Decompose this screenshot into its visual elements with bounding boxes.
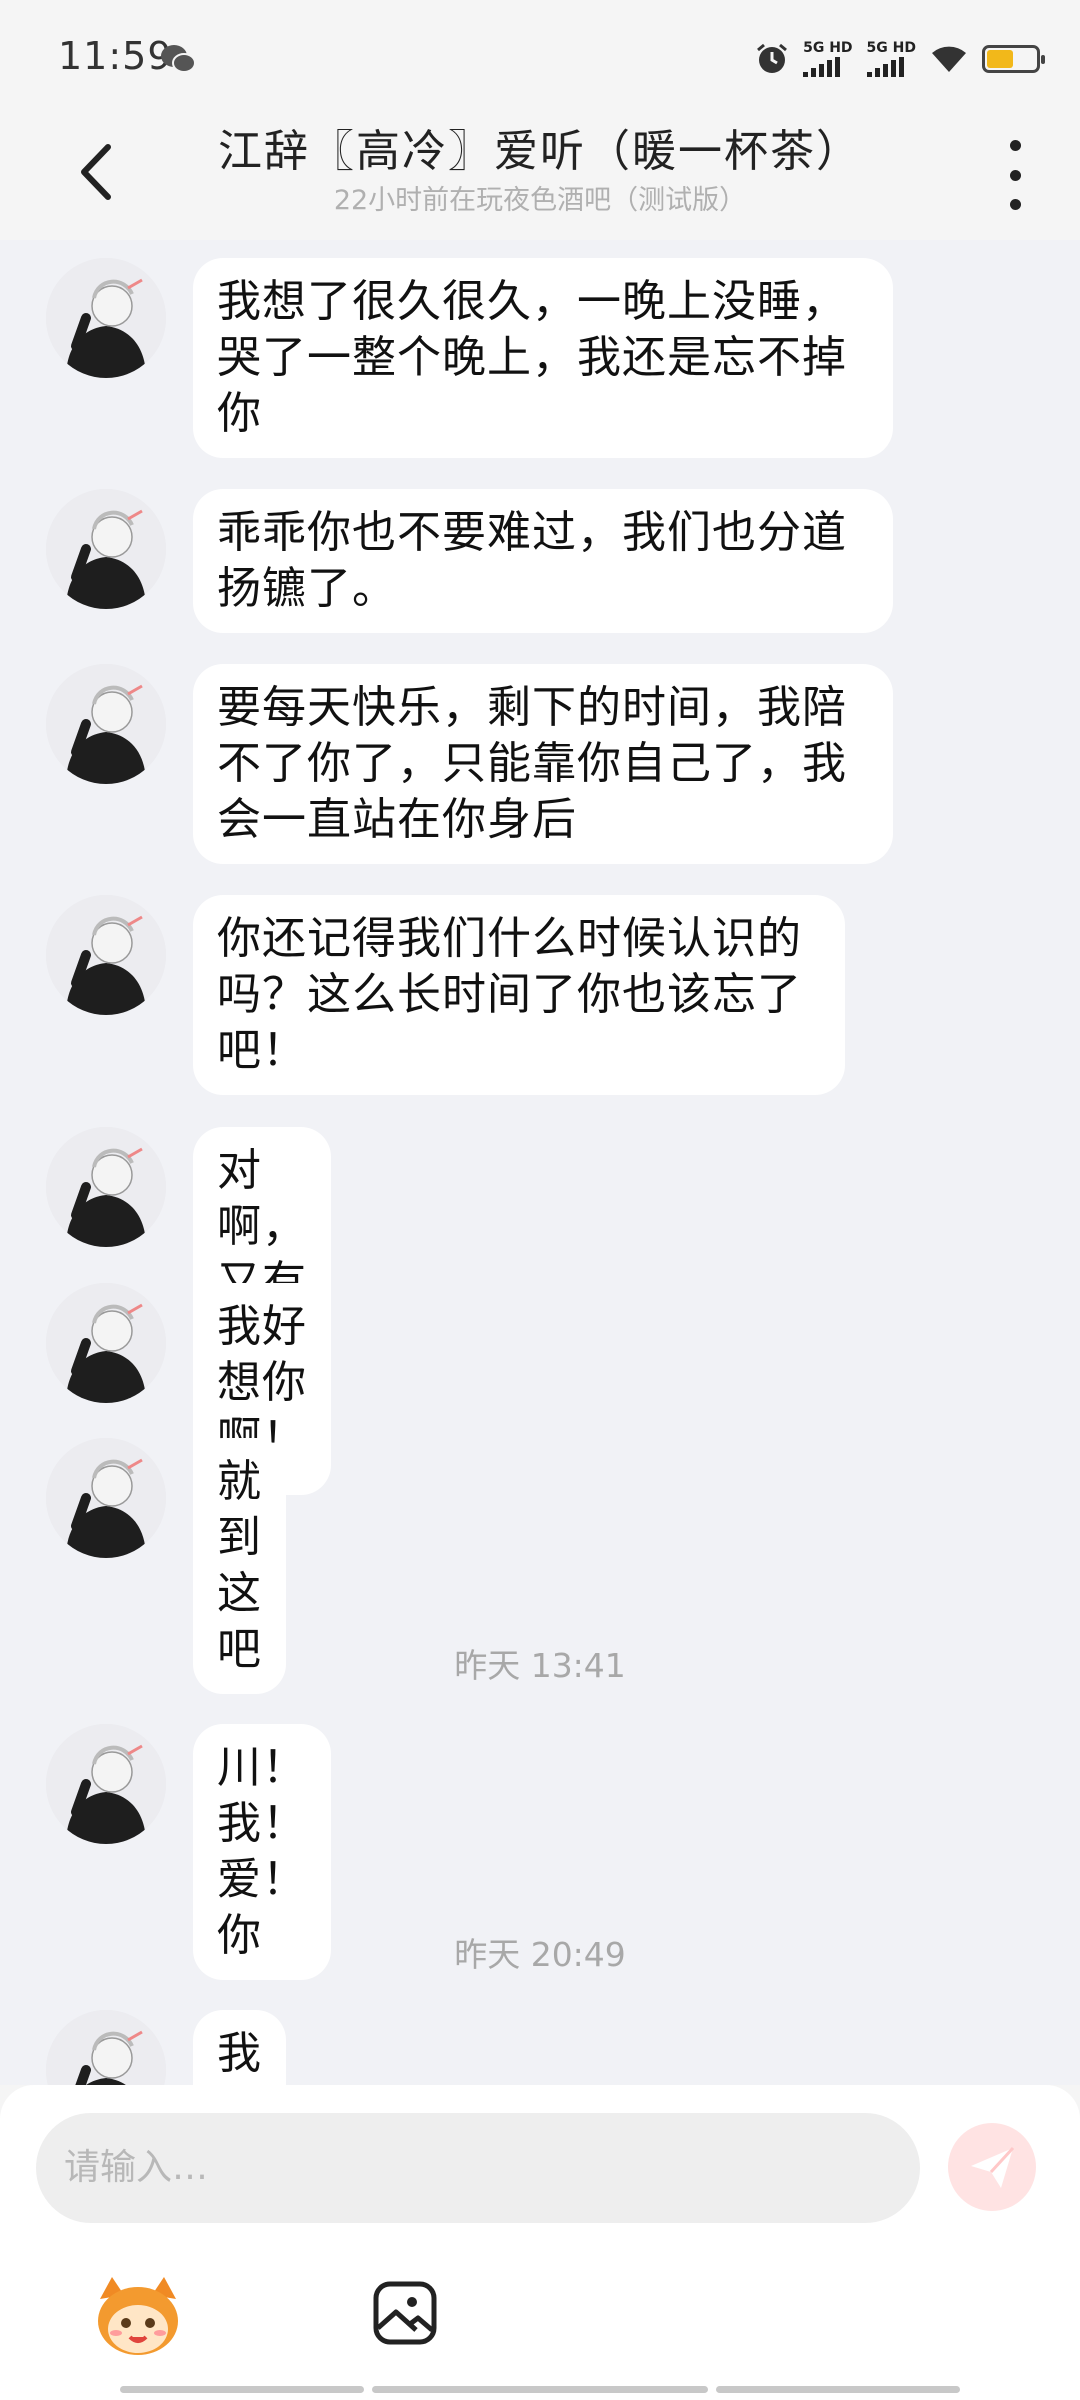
status-icons: 5G HD 5G HD (755, 34, 1045, 84)
message-bubble: 你还记得我们什么时候认识的吗？这么长时间了你也该忘了吧！ (193, 895, 845, 1095)
chat-title: 江辞〖高冷〗爱听（暖一杯茶） (218, 126, 862, 177)
wechat-icon (161, 45, 196, 73)
status-bar: 11:59 5G HD 5G HD (0, 0, 1080, 115)
message-bubble: 要每天快乐，剩下的时间，我陪不了你了，只能靠你自己了，我会一直站在你身后 (193, 664, 893, 864)
gesture-bar-center (372, 2386, 708, 2393)
chat-header: 江辞〖高冷〗爱听（暖一杯茶） 22小时前在玩夜色酒吧（测试版） (0, 115, 1080, 240)
status-time: 11:59 (58, 34, 173, 78)
send-icon (971, 2146, 1015, 2188)
message-input[interactable]: 请输入… (36, 2113, 920, 2223)
alarm-icon (757, 43, 788, 73)
chat-subtitle: 22小时前在玩夜色酒吧（测试版） (333, 185, 747, 216)
signal-icon-2: 5G HD (866, 41, 916, 77)
message-bubble: 我不会忘记你的 (193, 2010, 286, 2085)
avatar[interactable] (46, 1127, 166, 1247)
avatar[interactable] (46, 1438, 166, 1558)
avatar[interactable] (46, 258, 166, 378)
wifi-icon (932, 46, 966, 72)
timestamp: 昨天 13:41 (454, 1646, 626, 1685)
timestamp: 昨天 20:49 (454, 1935, 626, 1974)
signal-icon: 5G HD (803, 41, 853, 77)
avatar[interactable] (46, 1283, 166, 1403)
battery-icon (982, 45, 1045, 73)
message-bubble: 我想了很久很久，一晚上没睡，哭了一整个晚上，我还是忘不掉你 (193, 258, 893, 458)
image-icon[interactable] (372, 2280, 438, 2346)
battery-level (987, 50, 1014, 68)
gesture-bar-left (120, 2386, 364, 2393)
avatar[interactable] (46, 664, 166, 784)
emoji-mascot-icon[interactable] (90, 2269, 186, 2365)
avatar[interactable] (46, 489, 166, 609)
input-panel: 请输入… (0, 2085, 1080, 2400)
more-options-icon[interactable] (1000, 140, 1030, 210)
avatar[interactable] (46, 895, 166, 1015)
gesture-bar-right (716, 2386, 960, 2393)
message-bubble: 乖乖你也不要难过，我们也分道扬镳了。 (193, 489, 893, 633)
avatar[interactable] (46, 2010, 166, 2085)
send-button[interactable] (948, 2123, 1036, 2211)
chat-messages[interactable]: 我想了很久很久，一晚上没睡，哭了一整个晚上，我还是忘不掉你 乖乖你也不要难过，我… (0, 240, 1080, 2085)
avatar[interactable] (46, 1724, 166, 1844)
